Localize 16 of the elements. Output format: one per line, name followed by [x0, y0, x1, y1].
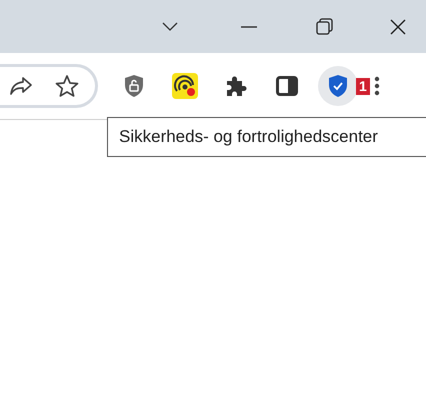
button-highlight[interactable] — [318, 66, 358, 106]
shield-check-icon[interactable] — [328, 74, 348, 98]
app-icon[interactable] — [172, 73, 198, 99]
menu-icon[interactable] — [374, 76, 380, 96]
minimize-icon[interactable] — [241, 26, 257, 28]
notification-count: 1 — [356, 78, 370, 94]
side-panel-icon[interactable] — [276, 76, 298, 96]
tooltip: Sikkerheds- og fortrolighedscenter — [107, 117, 426, 157]
puzzle-icon[interactable] — [224, 74, 248, 98]
star-icon[interactable] — [55, 74, 79, 98]
address-bar[interactable] — [0, 64, 98, 108]
shield-lock-icon[interactable] — [124, 74, 144, 98]
restore-icon[interactable] — [316, 18, 333, 35]
chevron-down-icon[interactable] — [162, 22, 178, 32]
share-icon[interactable] — [9, 76, 33, 96]
close-icon[interactable] — [390, 18, 406, 34]
